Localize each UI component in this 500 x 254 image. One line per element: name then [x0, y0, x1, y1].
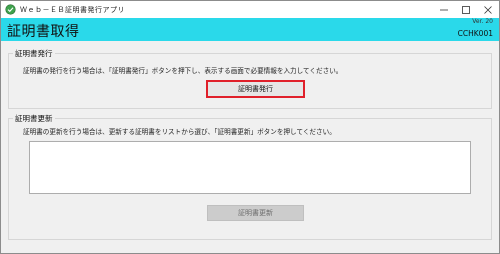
screen-id-label: CCHK001	[457, 29, 493, 38]
issue-section-title: 証明書発行	[13, 48, 55, 59]
renew-section-description: 証明書の更新を行う場合は、更新する証明書をリストから選び、「証明書更新」ボタンを…	[23, 128, 336, 136]
maximize-icon[interactable]	[455, 1, 477, 18]
issue-certificate-button[interactable]: 証明書発行	[206, 80, 305, 98]
title-bar: Ｗｅｂ－ＥＢ証明書発行アプリ	[1, 1, 499, 18]
renew-certificate-button[interactable]: 証明書更新	[207, 205, 304, 221]
window-controls	[433, 1, 499, 18]
certificate-list[interactable]	[29, 141, 471, 194]
issue-section: 証明書発行 証明書の発行を行う場合は、「証明書発行」ボタンを押下し、表示する画面…	[8, 48, 492, 109]
renew-section: 証明書更新 証明書の更新を行う場合は、更新する証明書をリストから選び、「証明書更…	[8, 113, 492, 240]
page-title: 証明書取得	[7, 24, 80, 40]
app-window: Ｗｅｂ－ＥＢ証明書発行アプリ 証明書取得 Ver. 20 CCHK001 証明書…	[0, 0, 500, 254]
issue-section-description: 証明書の発行を行う場合は、「証明書発行」ボタンを押下し、表示する画面で必要情報を…	[23, 67, 343, 75]
certificate-app-icon	[5, 4, 16, 15]
page-header: 証明書取得 Ver. 20 CCHK001	[1, 18, 499, 41]
version-label: Ver. 20	[472, 18, 493, 25]
app-title: Ｗｅｂ－ＥＢ証明書発行アプリ	[20, 5, 125, 14]
close-icon[interactable]	[477, 1, 499, 18]
renew-section-title: 証明書更新	[13, 113, 55, 124]
minimize-icon[interactable]	[433, 1, 455, 18]
